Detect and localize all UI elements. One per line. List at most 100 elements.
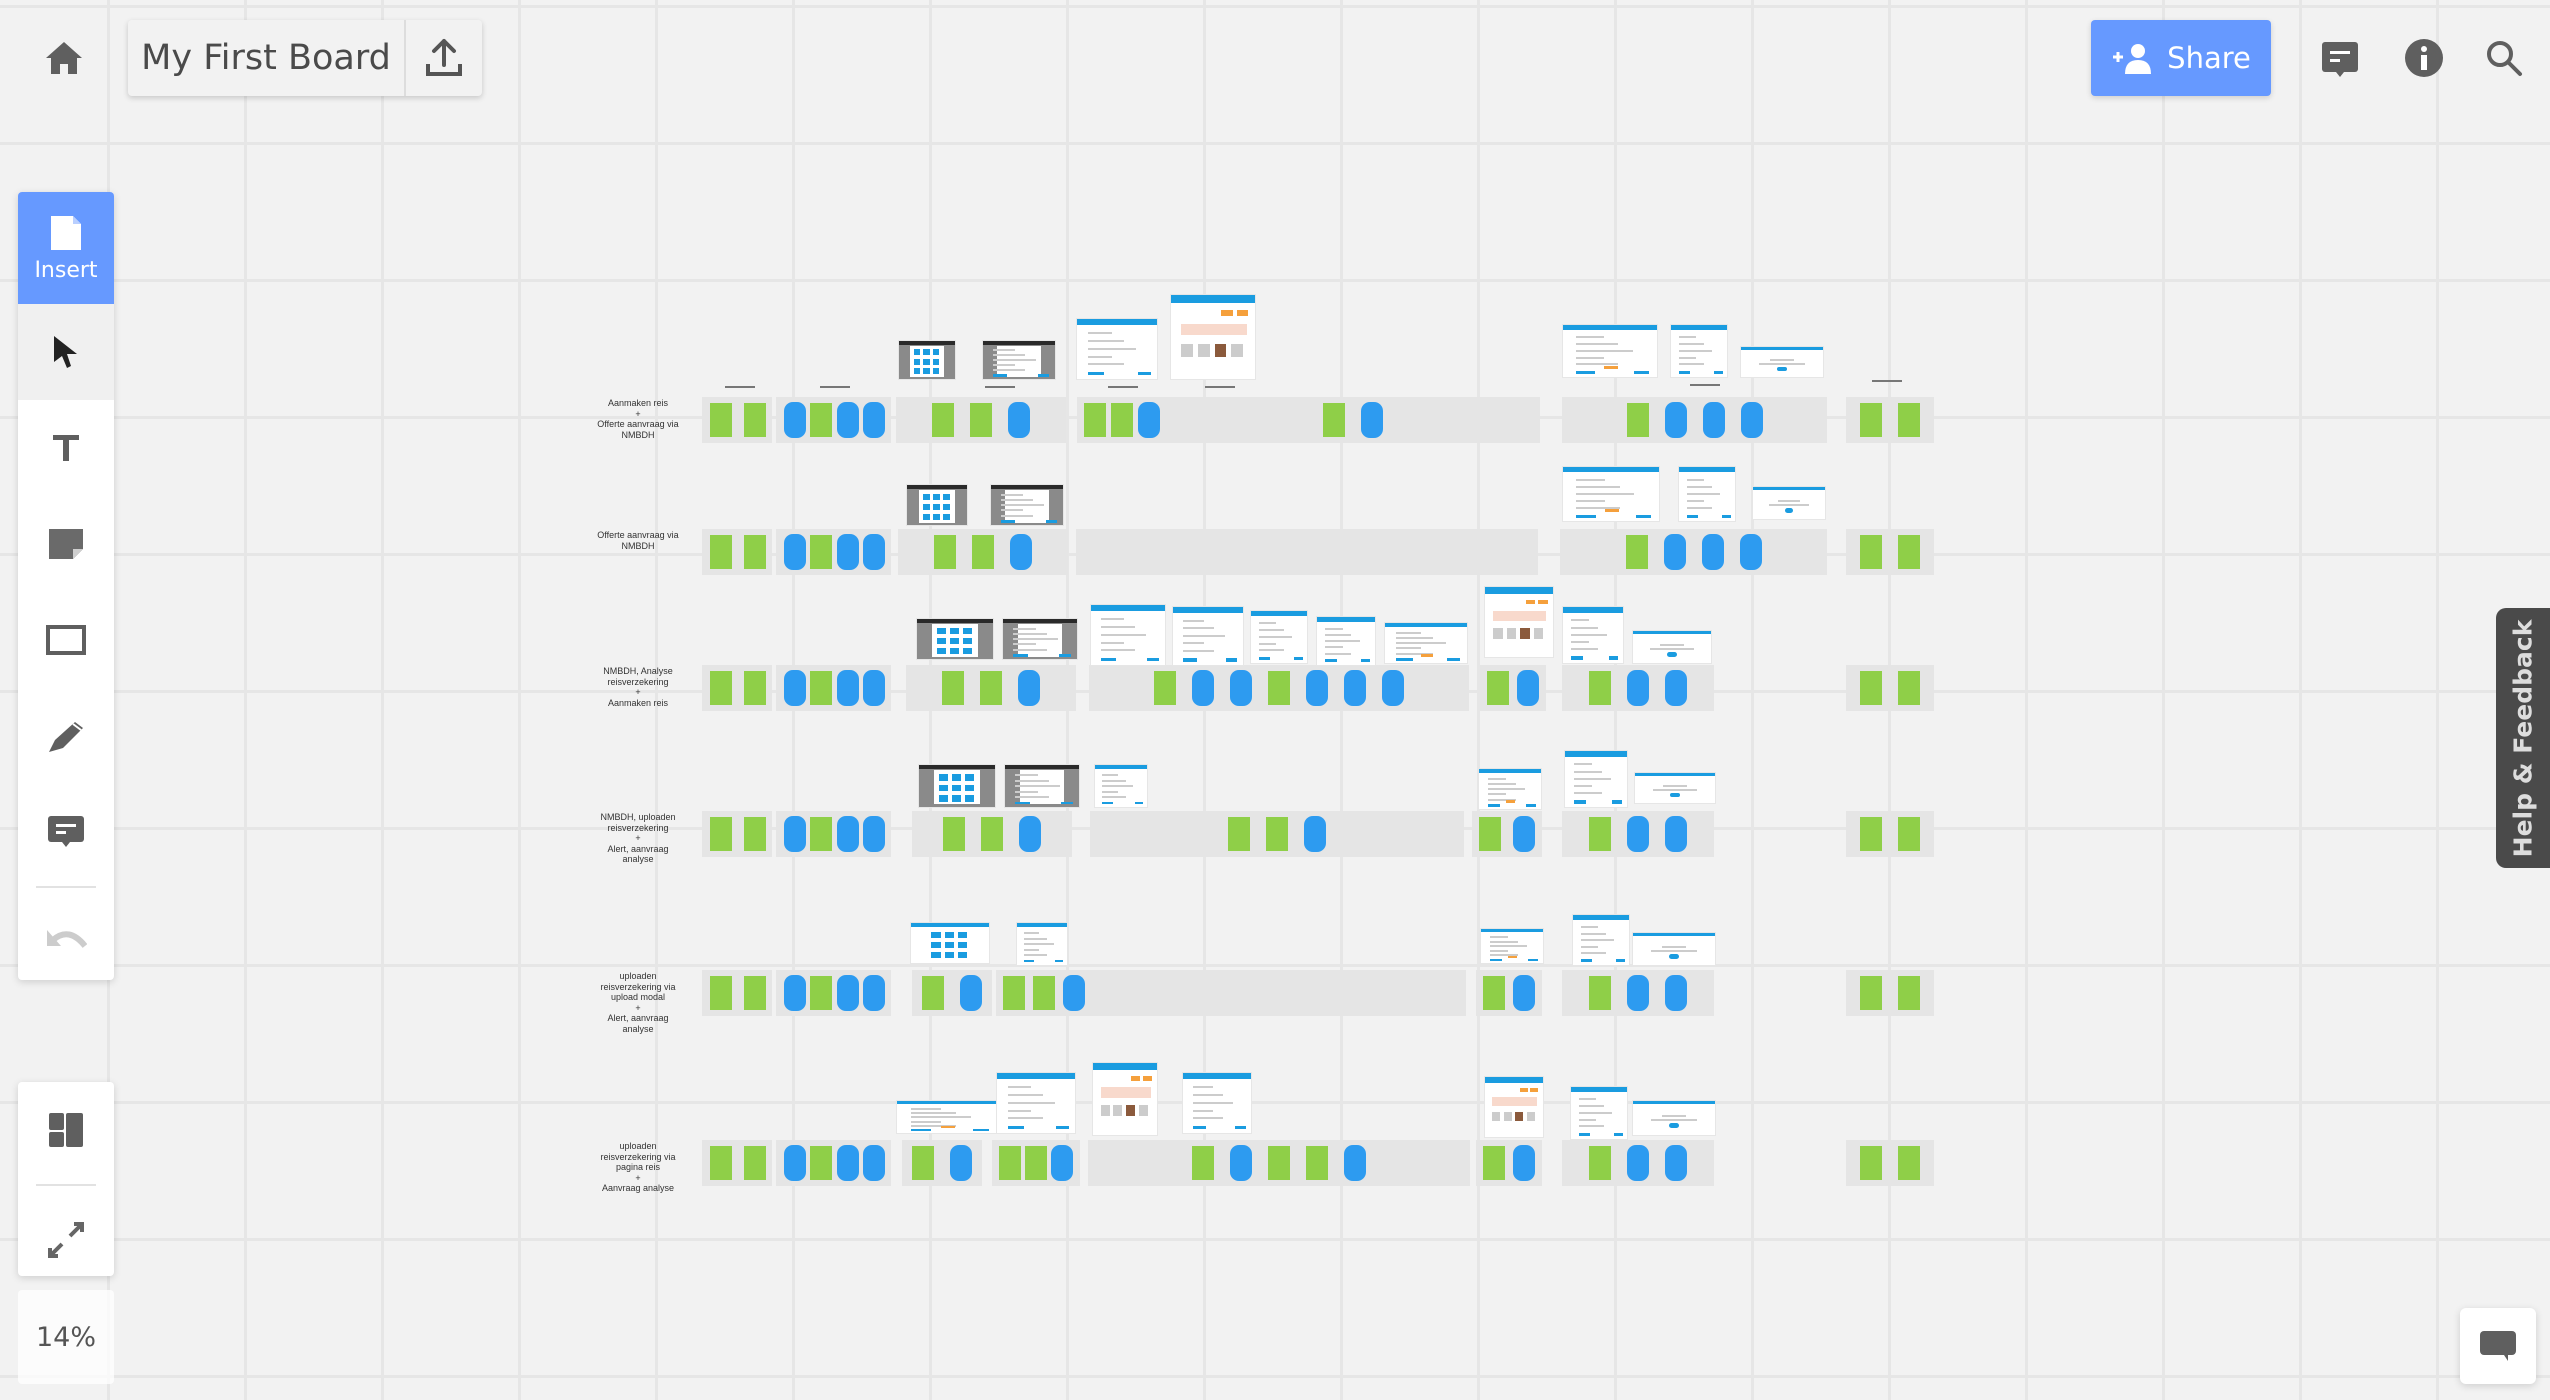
- swimlane[interactable]: [1846, 811, 1934, 857]
- comments-button[interactable]: [2318, 36, 2362, 80]
- screenshot-thumbnail[interactable]: [1478, 768, 1542, 810]
- sticky-note-green[interactable]: [970, 403, 992, 437]
- undo-button[interactable]: [18, 894, 114, 980]
- sticky-note-green[interactable]: [972, 535, 994, 569]
- sticky-note-green[interactable]: [744, 1146, 766, 1180]
- sticky-note-tool[interactable]: [18, 496, 114, 592]
- sticky-note-blue[interactable]: [1063, 975, 1085, 1011]
- sticky-note-green[interactable]: [810, 1146, 833, 1180]
- sticky-note-green[interactable]: [922, 976, 944, 1010]
- sticky-note-green[interactable]: [1266, 817, 1288, 851]
- swimlane[interactable]: [1089, 665, 1469, 711]
- sticky-note-green[interactable]: [744, 403, 766, 437]
- sticky-note-green[interactable]: [1898, 1146, 1920, 1180]
- sticky-note-green[interactable]: [744, 817, 766, 851]
- sticky-note-green[interactable]: [1483, 1146, 1505, 1180]
- info-button[interactable]: [2402, 36, 2446, 80]
- sticky-note-blue[interactable]: [1344, 670, 1366, 706]
- sticky-note-green[interactable]: [710, 535, 732, 569]
- sticky-note-green[interactable]: [1589, 1146, 1611, 1180]
- sticky-note-green[interactable]: [744, 671, 766, 705]
- swimlane[interactable]: [902, 1140, 982, 1186]
- sticky-note-green[interactable]: [1228, 817, 1250, 851]
- swimlane[interactable]: [1562, 811, 1714, 857]
- sticky-note-blue[interactable]: [1513, 1145, 1535, 1181]
- sticky-note-green[interactable]: [1589, 671, 1611, 705]
- sticky-note-blue[interactable]: [863, 975, 885, 1011]
- sticky-note-blue[interactable]: [1051, 1145, 1073, 1181]
- insert-button[interactable]: Insert: [18, 192, 114, 304]
- comment-tool[interactable]: [18, 784, 114, 880]
- swimlane[interactable]: [1480, 665, 1546, 711]
- swimlane[interactable]: [1562, 970, 1714, 1016]
- frames-panel-button[interactable]: [18, 1082, 114, 1178]
- sticky-note-blue[interactable]: [1663, 534, 1686, 570]
- sticky-note-blue[interactable]: [1627, 670, 1649, 706]
- sticky-note-blue[interactable]: [1513, 975, 1535, 1011]
- sticky-note-blue[interactable]: [1627, 1145, 1649, 1181]
- screenshot-thumbnail[interactable]: [1632, 932, 1716, 966]
- screenshot-thumbnail[interactable]: [1752, 486, 1826, 520]
- sticky-note-green[interactable]: [744, 535, 766, 569]
- sticky-note-blue[interactable]: [1627, 816, 1649, 852]
- sticky-note-blue[interactable]: [1230, 1145, 1252, 1181]
- sticky-note-blue[interactable]: [1665, 975, 1687, 1011]
- screenshot-thumbnail[interactable]: [1480, 928, 1544, 964]
- sticky-note-green[interactable]: [1268, 1146, 1290, 1180]
- swimlane[interactable]: [1560, 529, 1827, 575]
- board-title[interactable]: My First Board: [128, 20, 406, 96]
- screenshot-thumbnail[interactable]: [1632, 630, 1712, 664]
- sticky-note-blue[interactable]: [784, 1145, 806, 1181]
- screenshot-thumbnail[interactable]: [906, 484, 968, 526]
- sticky-note-green[interactable]: [1898, 535, 1920, 569]
- sticky-note-green[interactable]: [943, 817, 965, 851]
- screenshot-thumbnail[interactable]: [1016, 922, 1068, 966]
- sticky-note-green[interactable]: [1860, 1146, 1882, 1180]
- sticky-note-blue[interactable]: [1513, 816, 1535, 852]
- screenshot-thumbnail[interactable]: [1562, 466, 1660, 522]
- screenshot-thumbnail[interactable]: [1090, 604, 1166, 666]
- screenshot-thumbnail[interactable]: [1004, 764, 1080, 808]
- screenshot-thumbnail[interactable]: [1564, 750, 1628, 808]
- sticky-note-green[interactable]: [810, 976, 833, 1010]
- screenshot-thumbnail[interactable]: [910, 922, 990, 964]
- screenshot-thumbnail[interactable]: [1634, 772, 1716, 804]
- sticky-note-green[interactable]: [1860, 817, 1882, 851]
- sticky-note-blue[interactable]: [784, 534, 806, 570]
- sticky-note-blue[interactable]: [836, 816, 859, 852]
- sticky-note-blue[interactable]: [863, 534, 885, 570]
- swimlane[interactable]: [898, 529, 1068, 575]
- sticky-note-green[interactable]: [810, 817, 833, 851]
- sticky-note-green[interactable]: [1192, 1146, 1214, 1180]
- sticky-note-green[interactable]: [1025, 1146, 1047, 1180]
- screenshot-thumbnail[interactable]: [1094, 764, 1148, 808]
- sticky-note-blue[interactable]: [1740, 402, 1763, 438]
- export-button[interactable]: [406, 20, 482, 96]
- search-button[interactable]: [2482, 36, 2526, 80]
- sticky-note-blue[interactable]: [836, 534, 859, 570]
- swimlane[interactable]: [992, 1140, 1080, 1186]
- sticky-note-blue[interactable]: [863, 816, 885, 852]
- sticky-note-green[interactable]: [1479, 817, 1501, 851]
- swimlane[interactable]: [1846, 529, 1934, 575]
- swimlane[interactable]: [776, 811, 891, 857]
- sticky-note-green[interactable]: [1860, 976, 1882, 1010]
- sticky-note-blue[interactable]: [1361, 402, 1383, 438]
- sticky-note-blue[interactable]: [863, 402, 885, 438]
- screenshot-thumbnail[interactable]: [1670, 324, 1728, 378]
- sticky-note-green[interactable]: [1589, 817, 1611, 851]
- swimlane[interactable]: [912, 970, 992, 1016]
- sticky-note-green[interactable]: [1033, 976, 1055, 1010]
- sticky-note-green[interactable]: [980, 671, 1002, 705]
- sticky-note-green[interactable]: [1860, 403, 1882, 437]
- swimlane[interactable]: [702, 397, 772, 443]
- sticky-note-green[interactable]: [912, 1146, 934, 1180]
- sticky-note-green[interactable]: [710, 403, 732, 437]
- sticky-note-blue[interactable]: [1701, 534, 1724, 570]
- swimlane[interactable]: [1092, 970, 1466, 1016]
- screenshot-thumbnail[interactable]: [896, 1100, 998, 1134]
- swimlane[interactable]: [1846, 665, 1934, 711]
- sticky-note-blue[interactable]: [1010, 534, 1032, 570]
- sticky-note-green[interactable]: [1625, 535, 1648, 569]
- screenshot-thumbnail[interactable]: [1572, 914, 1630, 966]
